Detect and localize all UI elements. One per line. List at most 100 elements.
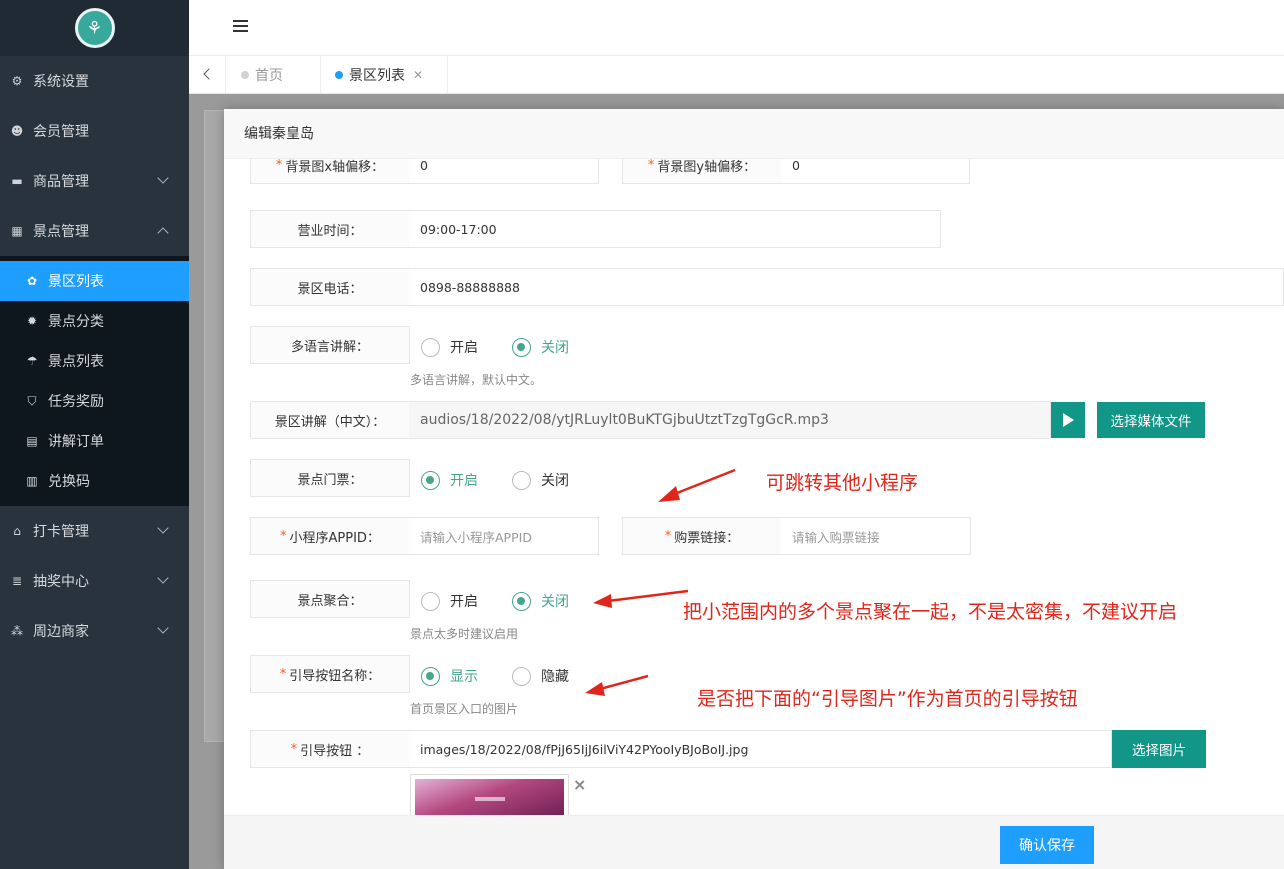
remove-image-icon[interactable]: × [573, 775, 586, 794]
label-text: 购票链接： [674, 530, 740, 546]
radio-label: 显示 [450, 669, 478, 685]
guide-image-thumbnail[interactable] [410, 774, 569, 815]
guide-image-path-input[interactable]: images/18/2022/08/fPjJ65IjJ6ilViY42PYooI… [409, 730, 1112, 768]
required-asterisk: * [275, 159, 283, 173]
sidebar-subitem-label: 景点分类 [48, 314, 104, 330]
select-image-button[interactable]: 选择图片 [1112, 730, 1206, 768]
guide-show-radio[interactable]: 显示 [421, 664, 478, 688]
tab-dot-icon [241, 70, 249, 79]
tab-label: 首页 [255, 67, 283, 84]
radio-circle [421, 337, 440, 357]
sidebar-item-members[interactable]: ☻ 会员管理 [0, 106, 189, 156]
ticket-off-radio[interactable]: 关闭 [512, 468, 569, 492]
ticket-label: 景点门票： [250, 459, 410, 497]
radio-label: 关闭 [541, 340, 569, 356]
sidebar-item-checkin[interactable]: ⌂ 打卡管理 [0, 506, 189, 556]
tab-area-list[interactable]: 景区列表 ✕ [321, 56, 448, 93]
multilang-on-radio[interactable]: 开启 [421, 335, 478, 359]
sidebar-subitem-guide-orders[interactable]: ▤ 讲解订单 [0, 421, 189, 461]
bg-y-offset-label: * 背景图y轴偏移： [622, 159, 782, 184]
sidebar-item-label: 打卡管理 [33, 524, 89, 540]
sidebar-subitem-label: 景区列表 [48, 274, 104, 290]
grid-icon: ▦ [11, 224, 23, 238]
audio-path-input[interactable]: audios/18/2022/08/ytJRLuylt0BuKTGjbuUtzt… [409, 401, 1051, 439]
radio-label: 关闭 [541, 473, 569, 489]
guide-name-hint: 首页景区入口的图片 [410, 702, 519, 716]
sidebar-subitem-label: 任务奖励 [48, 394, 104, 410]
sidebar-item-system-settings[interactable]: ⚙ 系统设置 [0, 56, 189, 106]
area-phone-input[interactable]: 0898-88888888 [409, 268, 1284, 306]
edit-modal: 编辑秦皇岛 * 背景图x轴偏移： 0 * 背景图y轴偏移： 0 营业时间： 09:0… [224, 109, 1284, 869]
tab-label: 景区列表 [349, 67, 405, 84]
cluster-hint: 景点太多时建议启用 [410, 627, 519, 641]
confirm-save-button[interactable]: 确认保存 [1000, 826, 1094, 864]
sidebar: ⚘ ⚙ 系统设置 ☻ 会员管理 ▬ 商品管理 ▦ 景点管理 ✿ 景区列表 ✹ 景… [0, 0, 189, 869]
tab-home[interactable]: 首页 [227, 56, 321, 93]
area-phone-label: 景区电话： [250, 268, 410, 306]
database-icon: ≣ [11, 574, 23, 588]
modal-footer: 确认保存 [224, 815, 1284, 869]
bg-x-offset-label: * 背景图x轴偏移： [250, 159, 410, 184]
business-hours-label: 营业时间： [250, 210, 410, 248]
chevron-down-icon [157, 572, 169, 584]
sidebar-item-lottery[interactable]: ≣ 抽奖中心 [0, 556, 189, 606]
bg-x-offset-input[interactable]: 0 [409, 159, 599, 184]
radio-circle [512, 591, 531, 611]
multilang-off-radio[interactable]: 关闭 [512, 335, 569, 359]
app-logo[interactable]: ⚘ [74, 8, 115, 48]
logo-bar: ⚘ [0, 0, 189, 56]
guide-hide-radio[interactable]: 隐藏 [512, 664, 569, 688]
chevron-down-icon [157, 622, 169, 634]
sidebar-subitem-label: 讲解订单 [48, 434, 104, 450]
radio-label: 开启 [450, 473, 478, 489]
label-text: 引导按钮 ： [300, 743, 370, 759]
sidebar-subitem-area-list[interactable]: ✿ 景区列表 [0, 261, 189, 301]
barcode-icon: ▥ [26, 474, 38, 488]
cubes-icon: ✿ [26, 274, 38, 288]
business-hours-input[interactable]: 09:00-17:00 [409, 210, 941, 248]
sidebar-item-label: 会员管理 [33, 124, 89, 140]
multilang-label: 多语言讲解： [250, 326, 410, 364]
cluster-on-radio[interactable]: 开启 [421, 589, 478, 613]
multilang-hint: 多语言讲解，默认中文。 [410, 373, 543, 387]
guide-name-label: * 引导按钮名称： [250, 655, 410, 693]
sidebar-subitem-spot-category[interactable]: ✹ 景点分类 [0, 301, 189, 341]
modal-body: * 背景图x轴偏移： 0 * 背景图y轴偏移： 0 营业时间： 09:00-17:0… [240, 159, 1284, 815]
bg-y-offset-input[interactable]: 0 [781, 159, 970, 184]
buy-link-input[interactable]: 请输入购票链接 [781, 517, 971, 555]
required-asterisk: * [647, 159, 655, 173]
file-icon: ▤ [26, 434, 38, 448]
appid-input[interactable]: 请输入小程序APPID [409, 517, 599, 555]
cluster-off-radio[interactable]: 关闭 [512, 589, 569, 613]
select-media-button[interactable]: 选择媒体文件 [1097, 402, 1205, 438]
scenic-submenu: ✿ 景区列表 ✹ 景点分类 ☂ 景点列表 ⛉ 任务奖励 ▤ 讲解订单 ▥ 兑换码 [0, 256, 189, 506]
required-asterisk: * [279, 666, 287, 682]
chevron-down-icon [157, 522, 169, 534]
play-button[interactable] [1051, 402, 1085, 438]
radio-circle [421, 666, 440, 686]
menu-toggle-icon[interactable] [233, 20, 248, 32]
label-text: 背景图y轴偏移： [657, 159, 757, 175]
tab-scroll-left-button[interactable] [189, 56, 226, 93]
sidebar-item-label: 商品管理 [33, 174, 89, 190]
sidebar-item-scenic[interactable]: ▦ 景点管理 [0, 206, 189, 256]
sidebar-subitem-spot-list[interactable]: ☂ 景点列表 [0, 341, 189, 381]
required-asterisk: * [664, 528, 672, 544]
ticket-on-radio[interactable]: 开启 [421, 468, 478, 492]
buy-link-label: * 购票链接： [622, 517, 782, 555]
sidebar-item-nearby-merchants[interactable]: ⁂ 周边商家 [0, 606, 189, 656]
sidebar-item-goods[interactable]: ▬ 商品管理 [0, 156, 189, 206]
annotation-guide: 是否把下面的“引导图片”作为首页的引导按钮 [697, 688, 1078, 710]
modal-title: 编辑秦皇岛 [224, 109, 1284, 159]
sidebar-subitem-redeem-code[interactable]: ▥ 兑换码 [0, 461, 189, 501]
required-asterisk: * [280, 528, 287, 544]
radio-circle [512, 666, 531, 686]
radio-circle [421, 470, 440, 490]
top-header [189, 0, 1284, 56]
shield-icon: ⛉ [27, 393, 37, 408]
close-icon[interactable]: ✕ [413, 68, 423, 82]
sidebar-subitem-task-reward[interactable]: ⛉ 任务奖励 [0, 381, 189, 421]
sidebar-subitem-label: 兑换码 [48, 474, 90, 490]
radio-circle [512, 470, 531, 490]
appid-label: * 小程序APPID： [250, 517, 410, 555]
